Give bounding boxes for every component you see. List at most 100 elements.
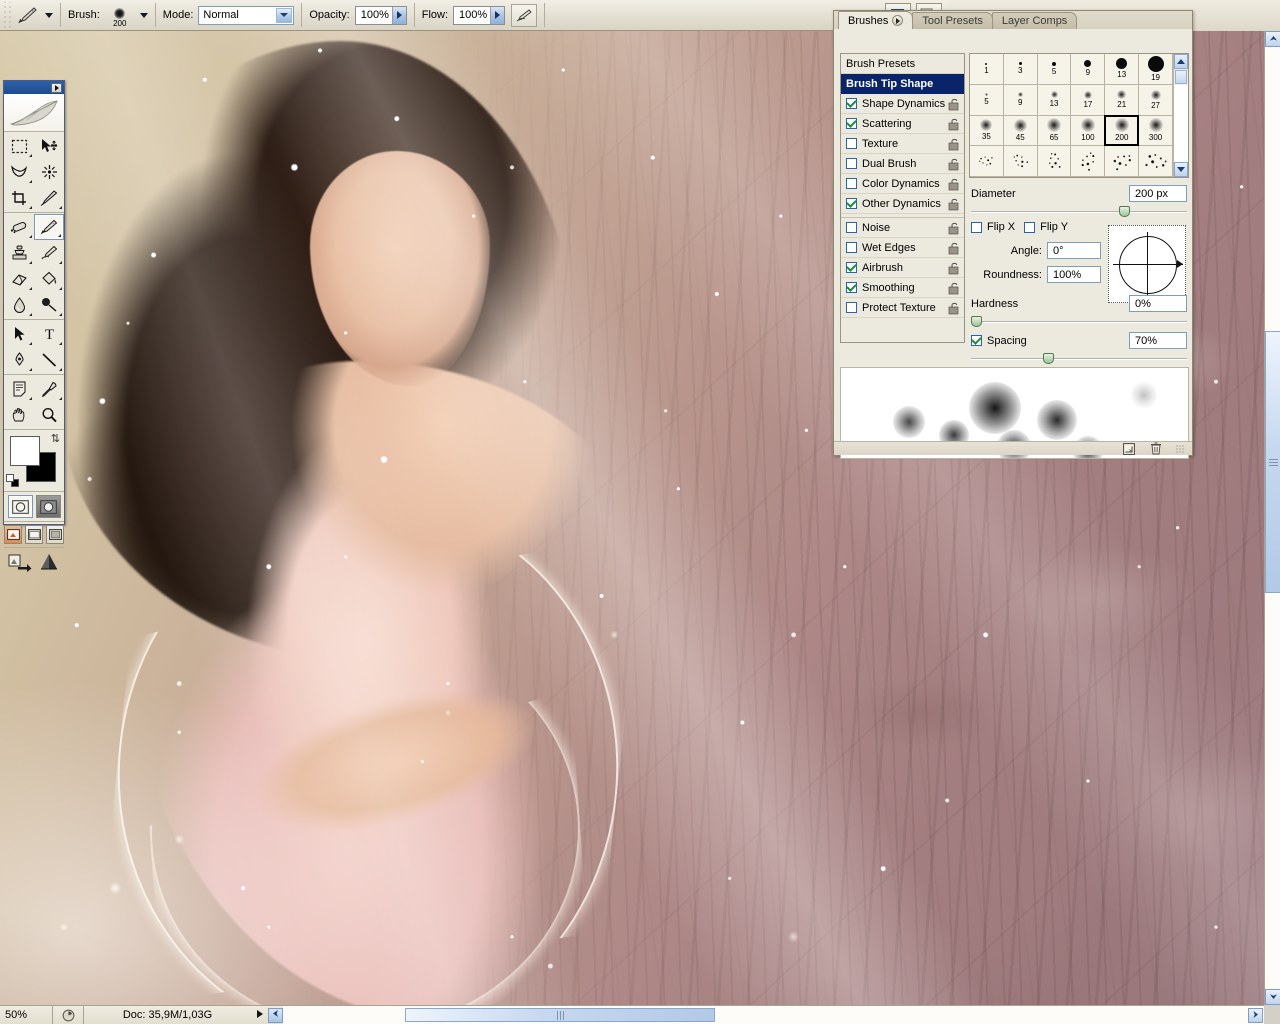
angle-arrow-icon[interactable]	[1177, 260, 1183, 268]
current-tool-icon[interactable]	[14, 3, 40, 27]
airbrush-toggle-button[interactable]	[511, 3, 538, 27]
status-prev-button[interactable]	[268, 1007, 283, 1023]
brush-tip-100[interactable]: 100	[1071, 115, 1106, 147]
zoom-level[interactable]: 50%	[0, 1009, 52, 1021]
lock-icon[interactable]	[948, 222, 960, 235]
hardness-input[interactable]: 0%	[1129, 295, 1187, 312]
standard-screen-button[interactable]	[4, 525, 22, 544]
scroll-up-button[interactable]	[1265, 31, 1280, 47]
roundness-input[interactable]: 100%	[1047, 266, 1101, 283]
tab-brushes[interactable]: Brushes	[838, 11, 914, 29]
new-brush-icon[interactable]	[1122, 442, 1135, 455]
brush-tip-21[interactable]: 21	[1105, 84, 1140, 116]
spacing-input[interactable]: 70%	[1129, 332, 1187, 349]
scroll-thumb[interactable]	[405, 1008, 715, 1022]
flow-slider-arrow-icon[interactable]	[490, 6, 505, 24]
list-item-texture[interactable]: Texture	[841, 134, 964, 154]
blend-mode-select[interactable]: Normal	[198, 5, 295, 25]
notes-tool[interactable]	[4, 376, 34, 402]
brush-tip-9[interactable]: 9	[1071, 54, 1106, 85]
brush-tip-65[interactable]: 65	[1037, 115, 1072, 147]
dual-brush-checkbox[interactable]	[846, 158, 857, 169]
list-item-shape-dynamics[interactable]: Shape Dynamics	[841, 94, 964, 114]
clone-stamp-tool[interactable]	[4, 240, 34, 266]
brush-tip-spatter-4[interactable]	[1071, 146, 1106, 177]
lock-icon[interactable]	[948, 178, 960, 191]
brush-tip-spatter-1[interactable]	[970, 146, 1004, 177]
scattering-checkbox[interactable]	[846, 118, 857, 129]
palette-menu-icon[interactable]	[51, 82, 62, 93]
paint-bucket-tool[interactable]	[34, 266, 64, 292]
color-dynamics-checkbox[interactable]	[846, 178, 857, 189]
brush-tool[interactable]	[34, 214, 64, 240]
full-screen-menubar-button[interactable]	[25, 525, 43, 544]
opacity-slider-arrow-icon[interactable]	[391, 6, 406, 24]
brush-tip-35[interactable]: 35	[970, 115, 1004, 147]
marquee-tool[interactable]	[4, 133, 34, 159]
slice-tool[interactable]	[34, 185, 64, 211]
chevron-down-icon[interactable]	[276, 7, 293, 23]
noise-checkbox[interactable]	[846, 222, 857, 233]
list-item-brush-tip-shape[interactable]: Brush Tip Shape	[841, 74, 964, 94]
slider-knob[interactable]	[1043, 353, 1054, 364]
list-item-color-dynamics[interactable]: Color Dynamics	[841, 174, 964, 194]
scroll-thumb[interactable]	[1175, 70, 1187, 84]
brush-tip-200[interactable]: 200	[1104, 114, 1140, 147]
foreground-color-swatch[interactable]	[10, 436, 40, 466]
magic-wand-tool[interactable]	[34, 159, 64, 185]
brush-tip-9[interactable]: 9	[1003, 84, 1038, 116]
lock-icon[interactable]	[948, 118, 960, 131]
options-bar-grip[interactable]	[2, 1, 11, 29]
crop-tool[interactable]	[4, 185, 34, 211]
shape-dynamics-checkbox[interactable]	[846, 98, 857, 109]
imageready-button[interactable]	[38, 552, 60, 575]
airbrush-checkbox[interactable]	[846, 262, 857, 273]
play-button-icon[interactable]	[892, 15, 904, 26]
brush-tip-5[interactable]: 5	[1037, 54, 1072, 85]
lasso-tool[interactable]	[4, 159, 34, 185]
eyedropper-tool[interactable]	[34, 376, 64, 402]
brush-picker-caret[interactable]	[139, 12, 148, 18]
canvas-horizontal-scrollbar[interactable]	[283, 1005, 1264, 1024]
brush-grid-scrollbar[interactable]	[1173, 54, 1188, 177]
brush-tip-13[interactable]: 13	[1105, 54, 1140, 85]
list-item-brush-presets[interactable]: Brush Presets	[841, 54, 964, 74]
protect-texture-checkbox[interactable]	[846, 302, 857, 313]
list-item-wet-edges[interactable]: Wet Edges	[841, 238, 964, 258]
brush-tip-5[interactable]: 5	[970, 84, 1004, 116]
list-item-smoothing[interactable]: Smoothing	[841, 278, 964, 298]
dodge-tool[interactable]	[34, 292, 64, 318]
scroll-down-button[interactable]	[1265, 989, 1280, 1005]
list-item-scattering[interactable]: Scattering	[841, 114, 964, 134]
zoom-tool[interactable]	[34, 402, 64, 428]
tab-layer-comps[interactable]: Layer Comps	[991, 12, 1078, 29]
lock-icon[interactable]	[948, 262, 960, 275]
tab-tool-presets[interactable]: Tool Presets	[912, 12, 993, 29]
hand-tool[interactable]	[4, 402, 34, 428]
brush-tip-spatter-6[interactable]	[1139, 146, 1173, 177]
status-expand-button[interactable]	[251, 1006, 268, 1024]
eraser-tool[interactable]	[4, 266, 34, 292]
spacing-slider[interactable]	[971, 353, 1187, 364]
list-item-other-dynamics[interactable]: Other Dynamics	[841, 194, 964, 214]
tool-preset-dropdown-caret[interactable]	[45, 12, 53, 18]
texture-checkbox[interactable]	[846, 138, 857, 149]
pen-tool[interactable]	[4, 347, 34, 373]
flip-x-checkbox[interactable]	[971, 221, 982, 233]
toolbox-titlebar[interactable]	[4, 81, 64, 94]
default-colors-icon[interactable]	[6, 474, 19, 487]
trash-icon[interactable]	[1149, 442, 1162, 455]
opacity-input[interactable]: 100%	[354, 5, 407, 25]
brush-tip-spatter-5[interactable]	[1105, 146, 1140, 177]
lock-icon[interactable]	[948, 98, 960, 111]
full-screen-button[interactable]	[46, 525, 64, 544]
quick-mask-mode-button[interactable]	[35, 495, 61, 518]
brush-tip-grid[interactable]: 1 3 5 9 13 19 5 9 13 17 21 27 35 45 65 100 200 300	[969, 53, 1189, 178]
list-item-protect-texture[interactable]: Protect Texture	[841, 298, 964, 318]
flow-input[interactable]: 100%	[453, 5, 506, 25]
brush-tip-3[interactable]: 3	[1003, 54, 1038, 85]
brush-tip-spatter-2[interactable]	[1003, 146, 1038, 177]
resize-grip-icon[interactable]	[1176, 444, 1184, 453]
line-tool[interactable]	[34, 347, 64, 373]
flip-y-checkbox[interactable]	[1024, 221, 1036, 233]
